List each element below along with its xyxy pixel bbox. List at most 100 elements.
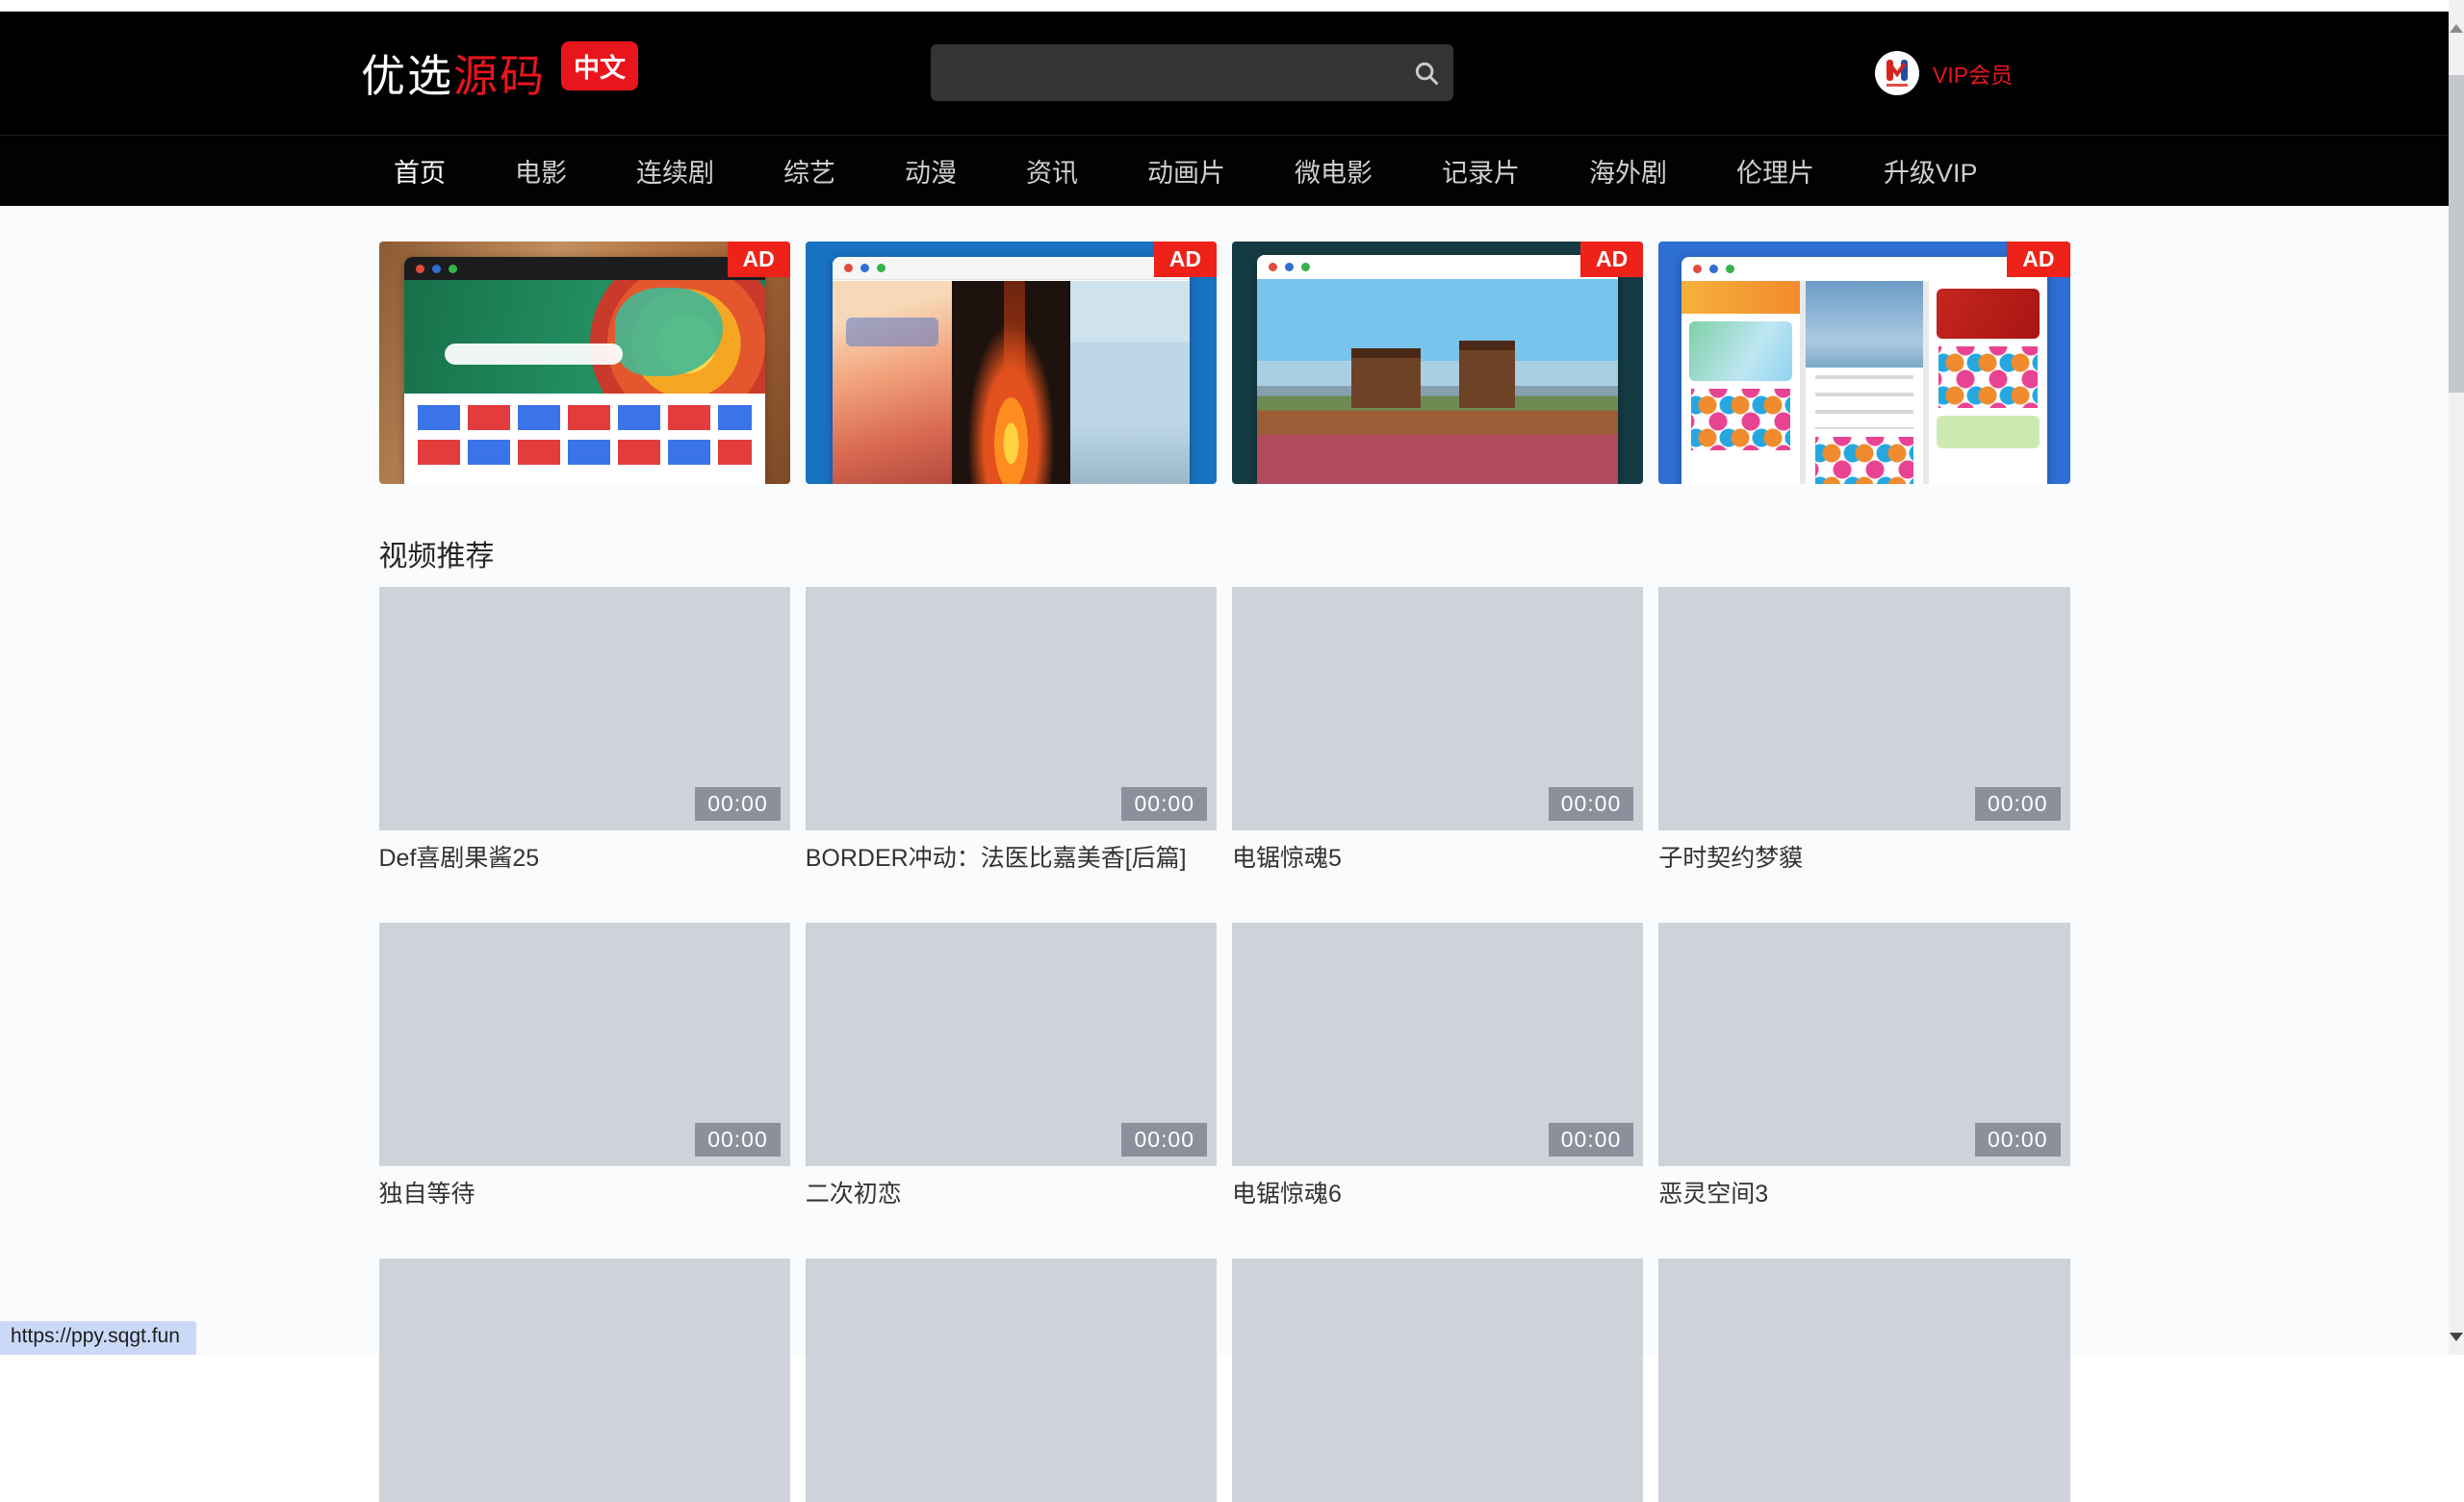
video-thumbnail[interactable]: 00:00 bbox=[1658, 923, 2069, 1166]
video-duration-badge: 00:00 bbox=[1549, 1123, 1634, 1157]
video-title[interactable]: 电锯惊魂6 bbox=[1232, 1179, 1643, 1209]
video-title[interactable]: 子时契约梦貘 bbox=[1658, 843, 2069, 874]
nav-item[interactable]: 动漫 bbox=[870, 152, 991, 190]
nav-item[interactable]: 连续剧 bbox=[602, 152, 749, 190]
nav-item-label: 海外剧 bbox=[1589, 159, 1667, 188]
chevron-up-icon bbox=[2450, 24, 2463, 33]
ad-banner[interactable]: AD bbox=[379, 242, 790, 484]
window-dot-green-icon bbox=[1726, 265, 1734, 273]
video-title[interactable]: 恶灵空间3 bbox=[1658, 1179, 2069, 1209]
search-icon[interactable] bbox=[1399, 59, 1453, 88]
video-duration-badge: 00:00 bbox=[1975, 1123, 2061, 1157]
video-duration-badge: 00:00 bbox=[1121, 787, 1207, 821]
window-dot-blue-icon bbox=[860, 264, 869, 272]
main-content: AD AD AD bbox=[379, 242, 2070, 1502]
video-duration-badge: 00:00 bbox=[695, 1123, 781, 1157]
video-title[interactable]: 二次初恋 bbox=[806, 1179, 1217, 1209]
window-dot-red-icon bbox=[1693, 265, 1702, 273]
video-thumbnail[interactable] bbox=[1232, 1259, 1643, 1502]
video-thumbnail[interactable] bbox=[379, 1259, 790, 1502]
video-card bbox=[1232, 1259, 1643, 1502]
vip-member-link[interactable]: VIP会员 bbox=[1933, 57, 2013, 89]
avatar[interactable] bbox=[1875, 51, 1919, 95]
video-title[interactable]: 独自等待 bbox=[379, 1179, 790, 1209]
nav-item[interactable]: 伦理片 bbox=[1702, 152, 1849, 190]
ad-banner[interactable]: AD bbox=[1232, 242, 1643, 484]
ad-artwork-titlebar bbox=[833, 257, 1190, 280]
video-duration-badge: 00:00 bbox=[1549, 787, 1634, 821]
scrollbar-up-button[interactable] bbox=[2449, 13, 2464, 42]
site-logo[interactable]: 优选源码 中文 bbox=[361, 41, 638, 105]
video-duration-badge: 00:00 bbox=[1121, 1123, 1207, 1157]
video-thumbnail[interactable]: 00:00 bbox=[379, 923, 790, 1166]
nav-item-label: 电影 bbox=[515, 159, 567, 188]
nav-item[interactable]: 资讯 bbox=[991, 152, 1113, 190]
logo-text-primary: 优选 bbox=[361, 41, 453, 105]
nav-item-label: 资讯 bbox=[1026, 159, 1078, 188]
ad-banner[interactable]: AD bbox=[806, 242, 1217, 484]
nav-item[interactable]: 海外剧 bbox=[1554, 152, 1702, 190]
nav-item-label: 微电影 bbox=[1295, 159, 1373, 188]
video-thumbnail[interactable] bbox=[806, 1259, 1217, 1502]
video-card: 00:00 电锯惊魂5 bbox=[1232, 587, 1643, 874]
window-dot-red-icon bbox=[1269, 263, 1277, 271]
video-grid: 00:00 Def喜剧果酱25 00:00 BORDER冲动：法医比嘉美香[后篇… bbox=[379, 587, 2070, 1502]
nav-item[interactable]: 动画片 bbox=[1113, 152, 1260, 190]
video-thumbnail[interactable]: 00:00 bbox=[1232, 587, 1643, 830]
video-thumbnail[interactable]: 00:00 bbox=[1658, 587, 2069, 830]
video-title[interactable]: 电锯惊魂5 bbox=[1232, 843, 1643, 874]
scrollbar-down-button[interactable] bbox=[2449, 1322, 2464, 1351]
section-title-recommend: 视频推荐 bbox=[379, 539, 2070, 575]
video-title[interactable]: Def喜剧果酱25 bbox=[379, 843, 790, 874]
ad-artwork-titlebar bbox=[404, 257, 765, 280]
nav-item[interactable]: 记录片 bbox=[1407, 152, 1554, 190]
ad-badge: AD bbox=[728, 242, 790, 277]
nav-item-label: 首页 bbox=[394, 159, 446, 188]
nav-item[interactable]: 首页 bbox=[359, 152, 480, 190]
search-bar bbox=[931, 44, 1453, 101]
ad-artwork-window bbox=[404, 257, 765, 484]
video-card bbox=[1658, 1259, 2069, 1502]
handshake-m-logo-icon bbox=[1875, 51, 1919, 95]
video-card: 00:00 独自等待 bbox=[379, 923, 790, 1209]
window-dot-red-icon bbox=[844, 264, 853, 272]
window-dot-blue-icon bbox=[1709, 265, 1718, 273]
ad-artwork-titlebar bbox=[1257, 255, 1618, 278]
ad-artwork-window bbox=[1681, 257, 2046, 484]
nav-item[interactable]: 升级VIP bbox=[1849, 152, 2013, 190]
ad-artwork-titlebar bbox=[1681, 257, 2046, 280]
window-dot-blue-icon bbox=[432, 265, 441, 273]
window-dot-blue-icon bbox=[1285, 263, 1294, 271]
ad-banner[interactable]: AD bbox=[1658, 242, 2069, 484]
video-title[interactable]: BORDER冲动：法医比嘉美香[后篇] bbox=[806, 843, 1217, 874]
video-thumbnail[interactable]: 00:00 bbox=[806, 587, 1217, 830]
page: 优选源码 中文 VIP会员 bbox=[0, 0, 2449, 1355]
nav-item-label: 动画片 bbox=[1147, 159, 1225, 188]
video-duration-badge: 00:00 bbox=[695, 787, 781, 821]
scrollbar-thumb[interactable] bbox=[2449, 75, 2464, 393]
ad-badge: AD bbox=[2007, 242, 2069, 277]
ads-row: AD AD AD bbox=[379, 242, 2070, 484]
ad-badge: AD bbox=[1154, 242, 1217, 277]
video-card: 00:00 BORDER冲动：法医比嘉美香[后篇] bbox=[806, 587, 1217, 874]
nav-item-label: 动漫 bbox=[905, 159, 957, 188]
video-card: 00:00 二次初恋 bbox=[806, 923, 1217, 1209]
video-card: 00:00 Def喜剧果酱25 bbox=[379, 587, 790, 874]
ad-badge: AD bbox=[1580, 242, 1643, 277]
scrollbar-track[interactable] bbox=[2449, 0, 2464, 1355]
ad-artwork-window bbox=[833, 257, 1190, 484]
vip-area[interactable]: VIP会员 bbox=[1875, 51, 2013, 95]
nav-item[interactable]: 微电影 bbox=[1260, 152, 1407, 190]
logo-text-accent: 源码 bbox=[453, 41, 546, 105]
video-card: 00:00 电锯惊魂6 bbox=[1232, 923, 1643, 1209]
video-thumbnail[interactable]: 00:00 bbox=[379, 587, 790, 830]
nav-item[interactable]: 综艺 bbox=[749, 152, 870, 190]
video-thumbnail[interactable]: 00:00 bbox=[806, 923, 1217, 1166]
video-thumbnail[interactable] bbox=[1658, 1259, 2069, 1502]
search-input[interactable] bbox=[931, 44, 1399, 101]
video-thumbnail[interactable]: 00:00 bbox=[1232, 923, 1643, 1166]
nav-item-label: 记录片 bbox=[1442, 159, 1520, 188]
window-dot-red-icon bbox=[416, 265, 424, 273]
nav-item[interactable]: 电影 bbox=[480, 152, 602, 190]
video-card: 00:00 恶灵空间3 bbox=[1658, 923, 2069, 1209]
